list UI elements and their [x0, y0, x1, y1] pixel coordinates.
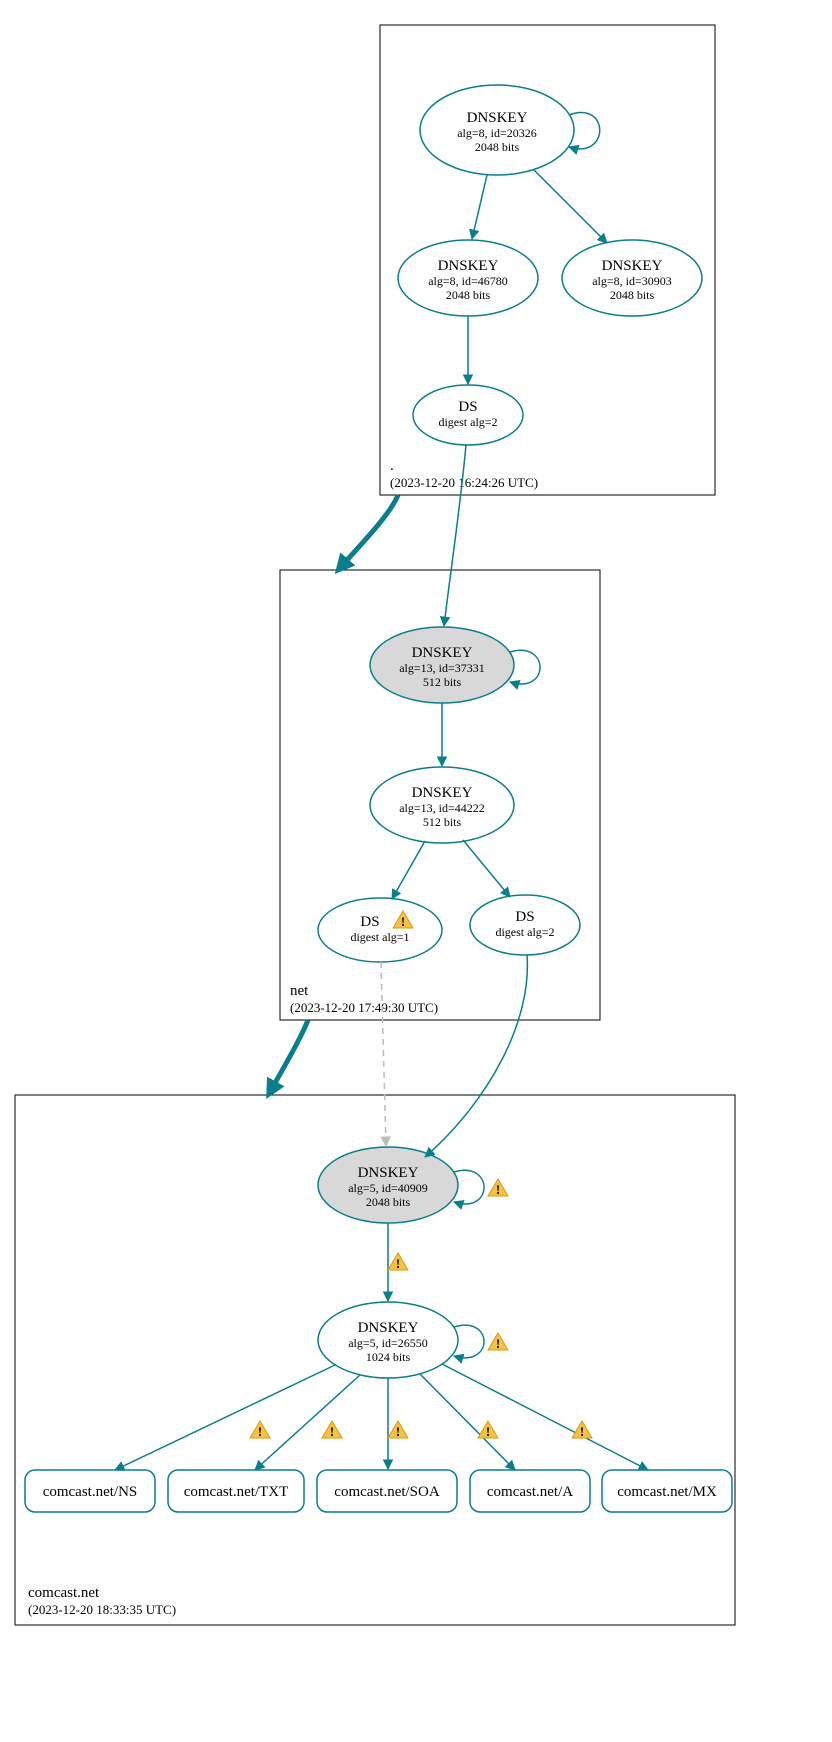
node-root-zsk2: DNSKEY alg=8, id=30903 2048 bits	[562, 240, 702, 316]
node-com-zsk: DNSKEY alg=5, id=26550 1024 bits	[318, 1302, 458, 1378]
root-ksk-title: DNSKEY	[467, 110, 528, 126]
root-zsk2-title: DNSKEY	[602, 258, 663, 274]
node-root-ksk: DNSKEY alg=8, id=20326 2048 bits	[420, 85, 574, 175]
warning-icon	[322, 1421, 342, 1439]
net-ds1-line2: digest alg=1	[350, 930, 409, 944]
net-ksk-title: DNSKEY	[412, 645, 473, 661]
warning-icon	[388, 1421, 408, 1439]
com-ksk-line3: 2048 bits	[366, 1195, 411, 1209]
rrset-a: comcast.net/A	[470, 1470, 590, 1512]
root-zsk1-line3: 2048 bits	[446, 288, 491, 302]
node-net-ksk: DNSKEY alg=13, id=37331 512 bits	[370, 627, 514, 703]
rrset-mx-label: comcast.net/MX	[617, 1484, 717, 1500]
rrset-txt: comcast.net/TXT	[168, 1470, 304, 1512]
zone-label-net: net	[290, 983, 309, 999]
com-ksk-title: DNSKEY	[358, 1165, 419, 1181]
warning-icon	[572, 1421, 592, 1439]
net-ksk-line2: alg=13, id=37331	[399, 661, 485, 675]
root-zsk1-line2: alg=8, id=46780	[428, 274, 508, 288]
root-ksk-line2: alg=8, id=20326	[457, 126, 537, 140]
rrset-soa-label: comcast.net/SOA	[334, 1484, 440, 1500]
edge-net-zsk-ds1	[392, 841, 425, 899]
dnssec-diagram: ! . (2023-12-20 16:24:26 UTC) net (2023-…	[0, 0, 832, 1742]
com-zsk-line2: alg=5, id=26550	[348, 1336, 428, 1350]
rrset-ns: comcast.net/NS	[25, 1470, 155, 1512]
node-net-ds2: DS digest alg=2	[470, 895, 580, 955]
edge-net-ds2-com-ksk	[425, 955, 527, 1157]
warning-icon	[388, 1253, 408, 1271]
warning-icon	[478, 1421, 498, 1439]
edge-root-ksk-zsk2	[534, 170, 607, 243]
node-net-zsk: DNSKEY alg=13, id=44222 512 bits	[370, 767, 514, 843]
edge-net-zsk-ds2	[463, 840, 510, 897]
zone-label-comcast: comcast.net	[28, 1585, 100, 1601]
node-com-ksk: DNSKEY alg=5, id=40909 2048 bits	[318, 1147, 458, 1223]
com-ksk-line2: alg=5, id=40909	[348, 1181, 428, 1195]
net-ds1-title: DS	[360, 914, 379, 930]
root-zsk2-line3: 2048 bits	[610, 288, 655, 302]
root-zsk2-line2: alg=8, id=30903	[592, 274, 672, 288]
rrset-soa: comcast.net/SOA	[317, 1470, 457, 1512]
edge-delegation-net-comcast	[270, 1020, 308, 1092]
zone-timestamp-net: (2023-12-20 17:49:30 UTC)	[290, 1000, 438, 1015]
com-zsk-title: DNSKEY	[358, 1320, 419, 1336]
net-ds2-title: DS	[515, 909, 534, 925]
edge-net-ds1-com-ksk	[381, 962, 386, 1146]
com-zsk-line3: 1024 bits	[366, 1350, 411, 1364]
net-zsk-line3: 512 bits	[423, 815, 462, 829]
rrset-a-label: comcast.net/A	[487, 1484, 573, 1500]
node-net-ds1: DS digest alg=1	[318, 898, 442, 962]
edge-root-ksk-zsk1	[472, 175, 487, 239]
edge-root-ds-net-ksk	[444, 445, 466, 626]
warning-icon	[488, 1179, 508, 1197]
rrset-ns-label: comcast.net/NS	[43, 1484, 138, 1500]
zone-timestamp-root: (2023-12-20 16:24:26 UTC)	[390, 475, 538, 490]
edge-com-zsk-mx	[442, 1364, 648, 1470]
rrset-txt-label: comcast.net/TXT	[184, 1484, 289, 1500]
edge-com-zsk-ns	[115, 1365, 335, 1470]
edge-delegation-root-net	[340, 495, 398, 568]
net-zsk-line2: alg=13, id=44222	[399, 801, 485, 815]
root-ksk-line3: 2048 bits	[475, 140, 520, 154]
root-ds-title: DS	[458, 399, 477, 415]
zone-timestamp-comcast: (2023-12-20 18:33:35 UTC)	[28, 1602, 176, 1617]
net-zsk-title: DNSKEY	[412, 785, 473, 801]
node-root-ds: DS digest alg=2	[413, 385, 523, 445]
zone-label-root: .	[390, 458, 394, 474]
root-zsk1-title: DNSKEY	[438, 258, 499, 274]
edge-com-zsk-txt	[255, 1375, 360, 1470]
root-ds-line2: digest alg=2	[438, 415, 497, 429]
warning-icon	[488, 1333, 508, 1351]
warning-icon	[250, 1421, 270, 1439]
net-ds2-line2: digest alg=2	[495, 925, 554, 939]
net-ksk-line3: 512 bits	[423, 675, 462, 689]
edge-com-zsk-a	[420, 1374, 515, 1470]
node-root-zsk1: DNSKEY alg=8, id=46780 2048 bits	[398, 240, 538, 316]
rrset-mx: comcast.net/MX	[602, 1470, 732, 1512]
